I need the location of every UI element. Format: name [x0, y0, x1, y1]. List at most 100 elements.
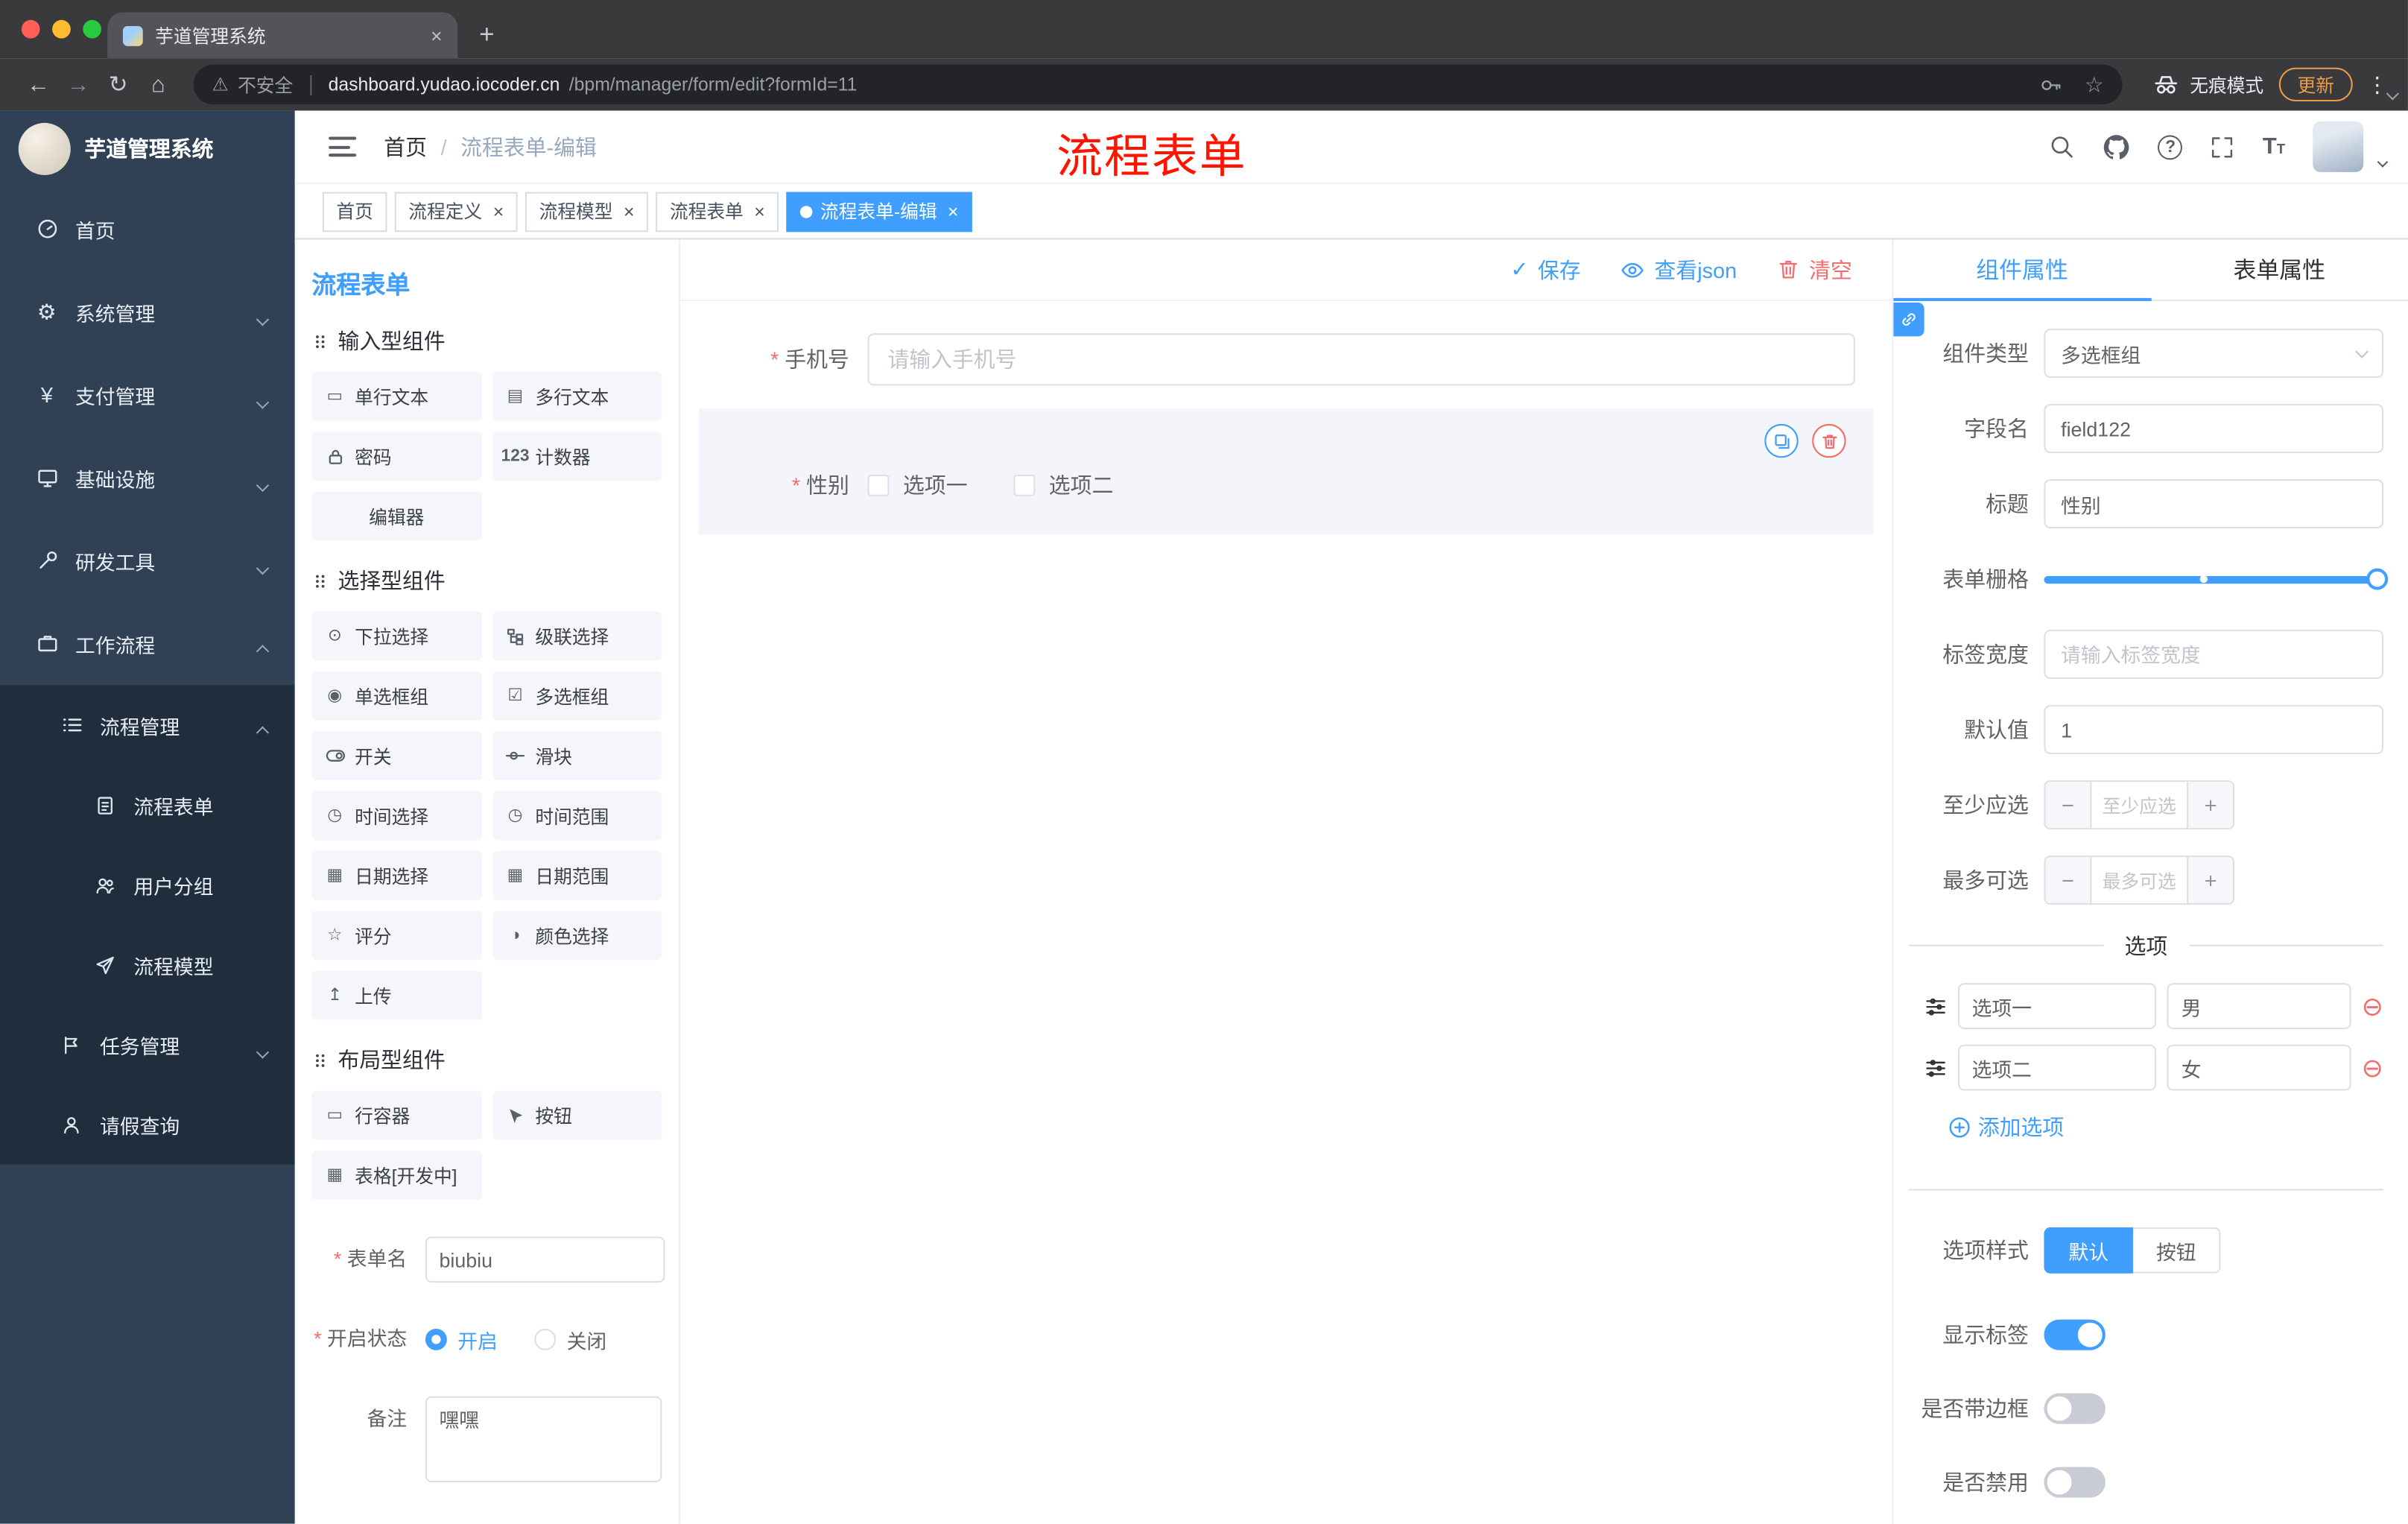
clear-button[interactable]: 清空 [1777, 254, 1852, 285]
palette-item-row-container[interactable]: ▭ 行容器 [311, 1090, 482, 1140]
default-value-input[interactable] [2044, 705, 2383, 755]
palette-item-time-range[interactable]: ◷ 时间范围 [492, 791, 662, 841]
back-icon[interactable]: ← [19, 73, 59, 96]
sidebar-item-user-group[interactable]: 用户分组 [0, 845, 295, 925]
bookmark-star-icon[interactable]: ☆ [2085, 72, 2104, 98]
show-label-toggle[interactable] [2044, 1319, 2106, 1350]
status-off-radio[interactable]: 关闭 [534, 1325, 606, 1354]
forward-icon[interactable]: → [58, 73, 98, 96]
palette-item-radio-group[interactable]: ◉ 单选框组 [311, 671, 482, 721]
slider-track[interactable] [2044, 568, 2389, 590]
save-button[interactable]: ✓ 保存 [1510, 254, 1580, 285]
drag-handle-icon[interactable] [1924, 995, 1948, 1018]
collapse-sidebar-icon[interactable] [329, 136, 357, 157]
panel-link-handle[interactable] [1893, 303, 1924, 337]
palette-item-color-picker[interactable]: ◑ 颜色选择 [492, 911, 662, 961]
max-select-value[interactable]: 最多可选 [2091, 857, 2187, 903]
view-json-button[interactable]: 查看json [1620, 254, 1737, 285]
palette-item-date-picker[interactable]: ▦ 日期选择 [311, 850, 482, 900]
close-icon[interactable]: × [948, 200, 958, 222]
sidebar-item-workflow[interactable]: 工作流程 [0, 602, 295, 685]
close-window-button[interactable] [21, 19, 40, 39]
sidebar-item-process-management[interactable]: 流程管理 [0, 685, 295, 765]
github-icon[interactable] [2103, 133, 2130, 160]
border-toggle[interactable] [2044, 1393, 2106, 1424]
option-value-input[interactable] [2167, 1044, 2351, 1091]
remove-option-icon[interactable]: ⊖ [2362, 993, 2383, 1019]
tag-process-definition[interactable]: 流程定义 × [394, 191, 518, 232]
option-value-input[interactable] [2167, 983, 2351, 1030]
sidebar-item-payment[interactable]: ¥ 支付管理 [0, 353, 295, 436]
sidebar-item-process-form[interactable]: 流程表单 [0, 765, 295, 844]
tag-process-form[interactable]: 流程表单 × [656, 191, 779, 232]
breadcrumb-home[interactable]: 首页 [384, 131, 427, 162]
label-width-input[interactable] [2044, 630, 2383, 680]
sidebar-item-task-management[interactable]: 任务管理 [0, 1005, 295, 1084]
help-icon[interactable]: ? [2158, 134, 2183, 159]
user-avatar[interactable] [2313, 121, 2364, 172]
increase-button[interactable]: + [2187, 782, 2233, 828]
form-grid-slider[interactable] [2044, 554, 2389, 604]
close-icon[interactable]: × [624, 200, 634, 222]
browser-tab[interactable]: 芋道管理系统 × [107, 12, 458, 59]
zoom-window-button[interactable] [83, 19, 102, 39]
form-remark-textarea[interactable]: 嘿嘿 [425, 1396, 662, 1483]
form-name-input[interactable] [425, 1236, 665, 1283]
field-phone-row[interactable]: 手机号 [699, 320, 1874, 399]
palette-item-checkbox-group[interactable]: ☑ 多选框组 [492, 671, 662, 721]
copy-component-button[interactable] [1764, 423, 1799, 458]
palette-item-rate[interactable]: ☆ 评分 [311, 911, 482, 961]
palette-item-table[interactable]: ▦ 表格[开发中] [311, 1150, 482, 1200]
field-name-input[interactable] [2044, 404, 2383, 454]
sidebar-item-infrastructure[interactable]: 基础设施 [0, 436, 295, 519]
palette-item-button[interactable]: 按钮 [492, 1090, 662, 1140]
palette-item-select[interactable]: ⊙ 下拉选择 [311, 611, 482, 661]
disabled-toggle[interactable] [2044, 1467, 2106, 1498]
password-key-icon[interactable] [2040, 73, 2063, 96]
sidebar-item-process-model[interactable]: 流程模型 [0, 925, 295, 1005]
close-icon[interactable]: × [493, 200, 504, 222]
close-icon[interactable]: × [754, 200, 764, 222]
home-icon[interactable]: ⌂ [139, 73, 179, 96]
browser-dropdown-chevron-icon[interactable] [2386, 78, 2400, 106]
update-button[interactable]: 更新 [2278, 67, 2353, 102]
palette-item-time-picker[interactable]: ◷ 时间选择 [311, 791, 482, 841]
fullscreen-icon[interactable] [2211, 134, 2235, 159]
palette-item-cascader[interactable]: 级联选择 [492, 611, 662, 661]
status-on-radio[interactable]: 开启 [425, 1325, 498, 1354]
gender-option-2-checkbox[interactable]: 选项二 [1013, 470, 1113, 501]
palette-item-editor[interactable]: 编辑器 [311, 491, 482, 541]
palette-item-date-range[interactable]: ▦ 日期范围 [492, 850, 662, 900]
tag-process-form-edit[interactable]: 流程表单-编辑 × [786, 191, 972, 232]
palette-item-upload[interactable]: ↥ 上传 [311, 970, 482, 1020]
sidebar-item-leave-query[interactable]: 请假查询 [0, 1084, 295, 1164]
font-size-icon[interactable]: TT [2263, 135, 2285, 158]
min-select-value[interactable]: 至少应选 [2091, 782, 2187, 828]
palette-item-switch[interactable]: 开关 [311, 731, 482, 781]
palette-item-password[interactable]: 密码 [311, 431, 482, 481]
tab-form-props[interactable]: 表单属性 [2151, 240, 2408, 300]
increase-button[interactable]: + [2187, 857, 2233, 903]
minimize-window-button[interactable] [52, 19, 71, 39]
sidebar-item-system[interactable]: ⚙ 系统管理 [0, 271, 295, 353]
palette-item-multi-line-text[interactable]: ▤ 多行文本 [492, 371, 662, 421]
field-gender-row-selected[interactable]: 性别 选项一 选项二 [698, 408, 1874, 535]
phone-input[interactable] [867, 333, 1855, 386]
palette-item-single-line-text[interactable]: ▭ 单行文本 [311, 371, 482, 421]
style-button-button[interactable]: 按钮 [2133, 1227, 2221, 1274]
option-label-input[interactable] [1958, 983, 2157, 1030]
sidebar-item-home[interactable]: 首页 [0, 187, 295, 270]
add-option-button[interactable]: 添加选项 [1949, 1112, 2383, 1142]
title-input[interactable] [2044, 479, 2383, 529]
delete-component-button[interactable] [1812, 423, 1846, 458]
remove-option-icon[interactable]: ⊖ [2362, 1055, 2383, 1081]
palette-item-slider[interactable]: 滑块 [492, 731, 662, 781]
tab-component-props[interactable]: 组件属性 [1893, 240, 2150, 301]
palette-item-counter[interactable]: 123 计数器 [492, 431, 662, 481]
gender-option-1-checkbox[interactable]: 选项一 [867, 470, 968, 501]
security-label[interactable]: 不安全 [238, 72, 293, 98]
component-type-select[interactable]: 多选框组 [2044, 329, 2383, 379]
tag-process-model[interactable]: 流程模型 × [525, 191, 648, 232]
reload-icon[interactable]: ↻ [98, 73, 139, 96]
option-label-input[interactable] [1958, 1044, 2157, 1091]
